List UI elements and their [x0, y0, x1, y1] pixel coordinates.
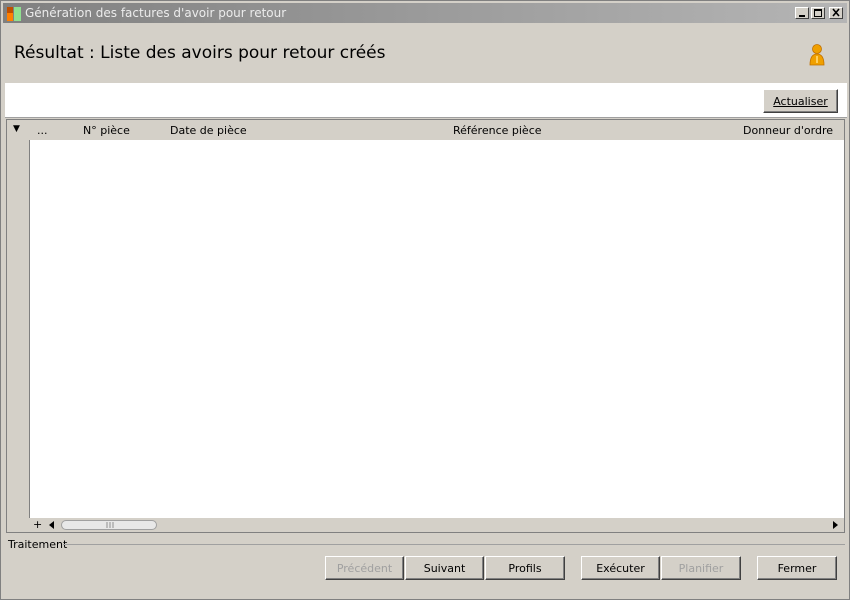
close-window-button[interactable]: [829, 7, 843, 19]
title-bar[interactable]: Génération des factures d'avoir pour ret…: [3, 3, 847, 23]
column-header-piece-reference[interactable]: Référence pièce: [453, 124, 542, 137]
next-button[interactable]: Suivant: [405, 556, 484, 580]
execute-button[interactable]: Exécuter: [581, 556, 660, 580]
column-header-piece-number[interactable]: N° pièce: [83, 124, 130, 137]
page-title: Résultat : Liste des avoirs pour retour …: [14, 43, 386, 63]
scroll-right-icon[interactable]: [831, 521, 839, 529]
app-icon: [7, 7, 21, 21]
minimize-icon: [799, 15, 805, 17]
window-title: Génération des factures d'avoir pour ret…: [25, 6, 287, 20]
status-divider: [63, 544, 845, 545]
user-icon[interactable]: [807, 43, 827, 67]
application-window: Génération des factures d'avoir pour ret…: [0, 0, 850, 600]
page-header: Résultat : Liste des avoirs pour retour …: [3, 23, 847, 83]
result-grid[interactable]: ▼ ... N° pièce Date de pièce Référence p…: [6, 119, 845, 533]
schedule-button[interactable]: Planifier: [661, 556, 741, 580]
toolbar: Actualiser: [5, 83, 847, 118]
minimize-button[interactable]: [795, 7, 809, 19]
column-header-more[interactable]: ...: [37, 124, 48, 137]
scroll-left-icon[interactable]: [48, 521, 56, 529]
close-icon: [832, 8, 840, 17]
status-label: Traitement: [8, 538, 68, 551]
previous-button[interactable]: Précédent: [325, 556, 404, 580]
maximize-button[interactable]: [811, 7, 825, 19]
horizontal-scrollbar[interactable]: +: [7, 518, 844, 532]
scroll-grip-icon: [106, 522, 114, 528]
grid-body[interactable]: [30, 140, 844, 518]
row-selector-column: ▼: [7, 120, 30, 518]
scroll-thumb[interactable]: [61, 520, 157, 530]
close-button[interactable]: Fermer: [757, 556, 837, 580]
maximize-icon: [814, 9, 822, 17]
row-selector-arrow-icon[interactable]: ▼: [13, 124, 20, 134]
refresh-button[interactable]: Actualiser: [763, 89, 838, 113]
expand-icon[interactable]: +: [33, 518, 42, 531]
column-header-ordering-party[interactable]: Donneur d'ordre: [743, 124, 833, 137]
column-header-piece-date[interactable]: Date de pièce: [170, 124, 247, 137]
grid-header: ... N° pièce Date de pièce Référence piè…: [29, 120, 844, 140]
profiles-button[interactable]: Profils: [485, 556, 565, 580]
